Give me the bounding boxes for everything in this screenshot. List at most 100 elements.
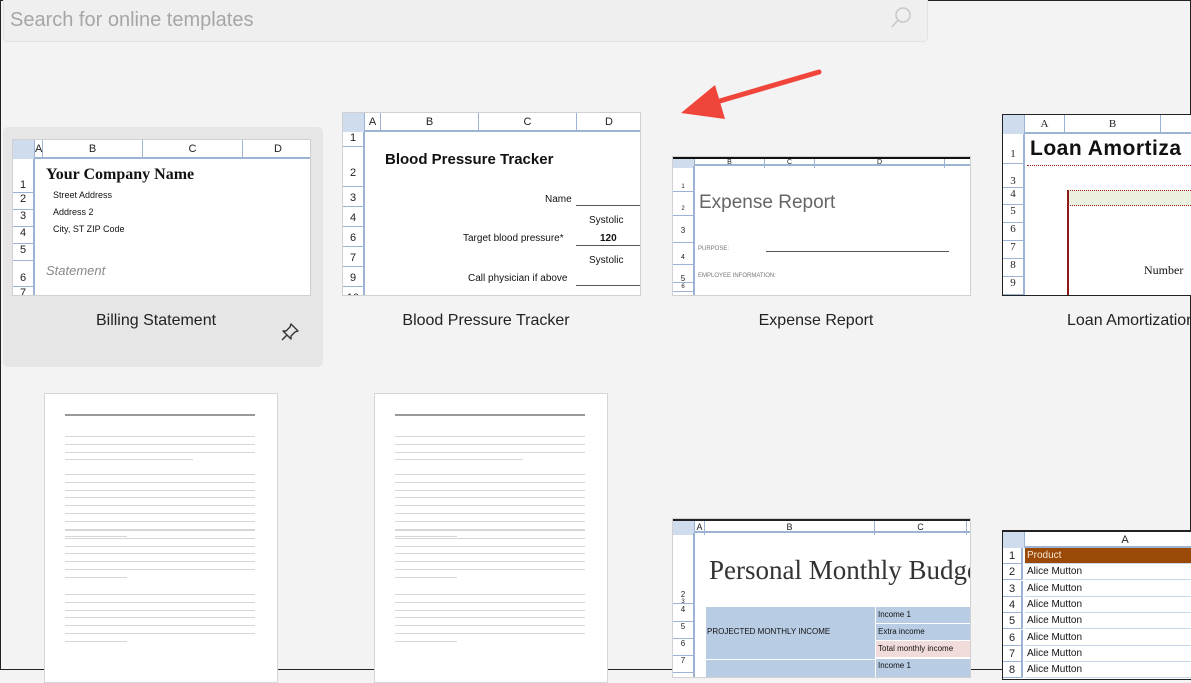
template-label[interactable]: Loan Amortization (1001, 312, 1191, 330)
text-line (395, 497, 585, 499)
row-header: 3 (673, 599, 693, 605)
text-line (395, 601, 585, 603)
expense-report-preview[interactable]: B C D 1 2 3 4 5 6 Expense Report PURPOSE… (672, 156, 971, 296)
text-line (395, 609, 585, 611)
text-line (395, 443, 585, 445)
template-label[interactable]: Blood Pressure Tracker (336, 312, 636, 330)
col-header: B (43, 140, 143, 159)
extra-income: Extra income (878, 627, 925, 636)
row-header: 6 (343, 227, 363, 247)
name-label: Name (545, 194, 572, 205)
pin-icon[interactable] (279, 321, 301, 343)
loan-amortization-preview[interactable]: A B 1 3 4 5 6 7 8 9 Loan Amortiza Number (1002, 114, 1191, 296)
col-header: A (695, 521, 705, 535)
text-line (395, 625, 585, 627)
row-header: 4 (673, 243, 693, 265)
budget-title: Personal Monthly Budget (709, 555, 971, 585)
text-line (65, 594, 255, 595)
text-line (395, 459, 523, 461)
loan-title: Loan Amortiza (1030, 137, 1182, 160)
product-cell: Alice Mutton (1025, 646, 1191, 662)
product-cell: Alice Mutton (1025, 564, 1191, 581)
purpose-label: PURPOSE: (698, 246, 730, 252)
row-header: 5 (673, 265, 693, 283)
text-line (395, 576, 457, 578)
row-header: 5 (673, 622, 693, 639)
search-bar[interactable] (3, 0, 928, 42)
col-header: A (1121, 534, 1129, 546)
row-header: 6 (673, 639, 693, 656)
row-header: 3 (343, 187, 363, 207)
heading-line (65, 414, 255, 416)
total-income: Total monthly income (878, 644, 954, 653)
employee-label: EMPLOYEE INFORMATION: (698, 273, 776, 279)
col-header: A (35, 140, 43, 159)
text-line (65, 513, 255, 514)
text-line (65, 459, 193, 461)
text-line (395, 451, 585, 453)
template-label[interactable]: Expense Report (666, 312, 966, 330)
product-cell: Alice Mutton (1025, 597, 1191, 613)
col-header: C (479, 113, 577, 132)
projected-income: PROJECTED MONTHLY INCOME (707, 627, 831, 636)
row-header: 10 (343, 287, 363, 295)
blood-pressure-tracker-preview[interactable]: A B C D 1 2 3 4 6 7 9 10 Blood Pressure … (342, 112, 641, 296)
text-line (65, 576, 127, 578)
target-value: 120 (600, 233, 617, 244)
text-line (65, 537, 255, 539)
text-line (65, 561, 255, 563)
text-line (65, 569, 255, 570)
row-header: 7 (13, 287, 33, 295)
target-label: Target blood pressure* (463, 233, 564, 244)
personal-monthly-budget-preview[interactable]: A B C 2 3 4 5 6 7 Personal Monthly Budge… (672, 518, 971, 678)
text-line (65, 497, 255, 499)
row-header: 5 (13, 244, 33, 261)
row-header: 3 (1003, 580, 1023, 597)
row-header: 6 (1003, 629, 1023, 646)
row-header: 2 (13, 193, 33, 210)
col-header: C (143, 140, 243, 159)
text-line (65, 601, 255, 603)
row-header: 1 (1003, 548, 1023, 564)
text-line (65, 617, 255, 619)
text-line (395, 545, 585, 547)
text-line (65, 451, 255, 453)
row-header: 2 (1003, 564, 1023, 581)
product-header: Product (1025, 548, 1191, 564)
text-line (65, 553, 255, 555)
blank-document-preview[interactable] (44, 393, 278, 683)
statement: Statement (46, 263, 106, 278)
text-line (395, 489, 585, 491)
col-header: D (274, 143, 282, 155)
product-cell: Alice Mutton (1025, 630, 1191, 646)
row-header: 8 (1003, 259, 1023, 277)
search-icon[interactable] (889, 6, 913, 30)
product-list-preview[interactable]: A 1 Product 2 Alice Mutton 3 Alice Mutton 4 Ali… (1002, 530, 1191, 680)
row-header: 5 (1003, 613, 1023, 630)
row-header: 1 (343, 132, 363, 147)
billing-statement-preview[interactable]: A B C D 1 2 3 4 5 6 7 Your Company Name … (12, 139, 311, 296)
text-line (65, 489, 255, 491)
text-line (65, 545, 255, 547)
row-header: 4 (673, 605, 693, 622)
blank-document-preview[interactable] (374, 393, 608, 683)
template-label[interactable]: Billing Statement (6, 312, 306, 330)
red-arrow-annotation (681, 69, 822, 119)
text-line (395, 520, 585, 522)
text-line (65, 633, 255, 634)
row-header: 6 (1003, 223, 1023, 241)
col-header: D (815, 159, 945, 168)
text-line (395, 561, 585, 563)
text-line (65, 640, 127, 642)
col-header: C (875, 521, 967, 535)
expense-title: Expense Report (699, 192, 836, 213)
text-line (395, 505, 585, 507)
text-line (65, 520, 255, 522)
row-header: 2 (343, 147, 363, 187)
text-line (65, 625, 255, 627)
col-header: B (1065, 115, 1161, 134)
search-input[interactable] (10, 6, 870, 34)
text-line (395, 537, 585, 539)
row-header: 7 (1003, 241, 1023, 259)
row-header: 6 (673, 283, 693, 292)
